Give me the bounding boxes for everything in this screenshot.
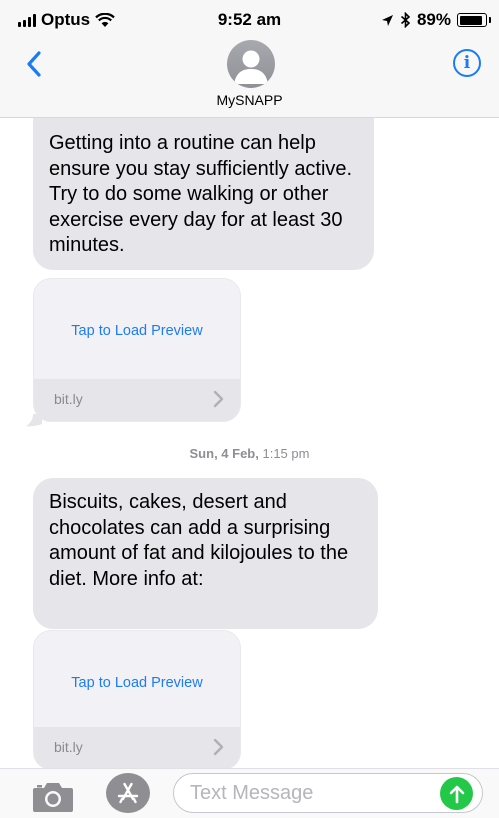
link-preview-footer: bit.ly <box>34 727 240 769</box>
info-icon[interactable]: i <box>453 49 481 77</box>
back-chevron-icon <box>27 51 41 77</box>
contact-avatar-icon[interactable] <box>227 40 275 88</box>
camera-button[interactable] <box>32 779 74 813</box>
link-domain: bit.ly <box>54 739 83 755</box>
link-preview[interactable]: Tap to Load Preview bit.ly <box>33 630 241 770</box>
tap-to-load-preview[interactable]: Tap to Load Preview <box>34 675 240 691</box>
location-arrow-icon <box>381 14 393 26</box>
message-bubble[interactable]: Getting into a routine can help ensure y… <box>33 118 374 270</box>
bluetooth-icon <box>400 12 411 28</box>
send-button[interactable] <box>440 777 473 810</box>
link-domain: bit.ly <box>54 391 83 407</box>
battery-icon <box>457 13 491 27</box>
link-preview[interactable]: Tap to Load Preview bit.ly <box>33 278 241 422</box>
message-input[interactable] <box>173 773 483 813</box>
conversation-header: MySNAPP i <box>0 40 499 118</box>
app-store-icon <box>117 782 139 804</box>
chevron-right-icon <box>213 738 224 756</box>
camera-icon <box>33 783 73 812</box>
message-bubble[interactable]: Biscuits, cakes, desert and chocolates c… <box>33 478 378 629</box>
chevron-right-icon <box>213 390 224 408</box>
link-preview-footer: bit.ly <box>34 379 240 421</box>
message-input-bar <box>0 768 499 818</box>
timestamp-time: 1:15 pm <box>262 446 310 461</box>
send-arrow-icon <box>449 785 464 803</box>
timestamp-day: Sun, 4 Feb, <box>189 446 259 461</box>
tap-to-load-preview[interactable]: Tap to Load Preview <box>34 323 240 339</box>
bubble-tail <box>26 414 42 427</box>
status-right: 89% <box>381 10 491 30</box>
battery-percent: 89% <box>416 10 451 29</box>
contact-name[interactable]: MySNAPP <box>0 92 499 108</box>
app-store-button[interactable] <box>106 773 150 813</box>
status-bar: Optus 9:52 am 89% <box>0 0 499 40</box>
back-button[interactable] <box>20 49 48 79</box>
message-timestamp: Sun, 4 Feb, 1:15 pm <box>0 446 499 461</box>
battery-fill <box>459 15 482 25</box>
